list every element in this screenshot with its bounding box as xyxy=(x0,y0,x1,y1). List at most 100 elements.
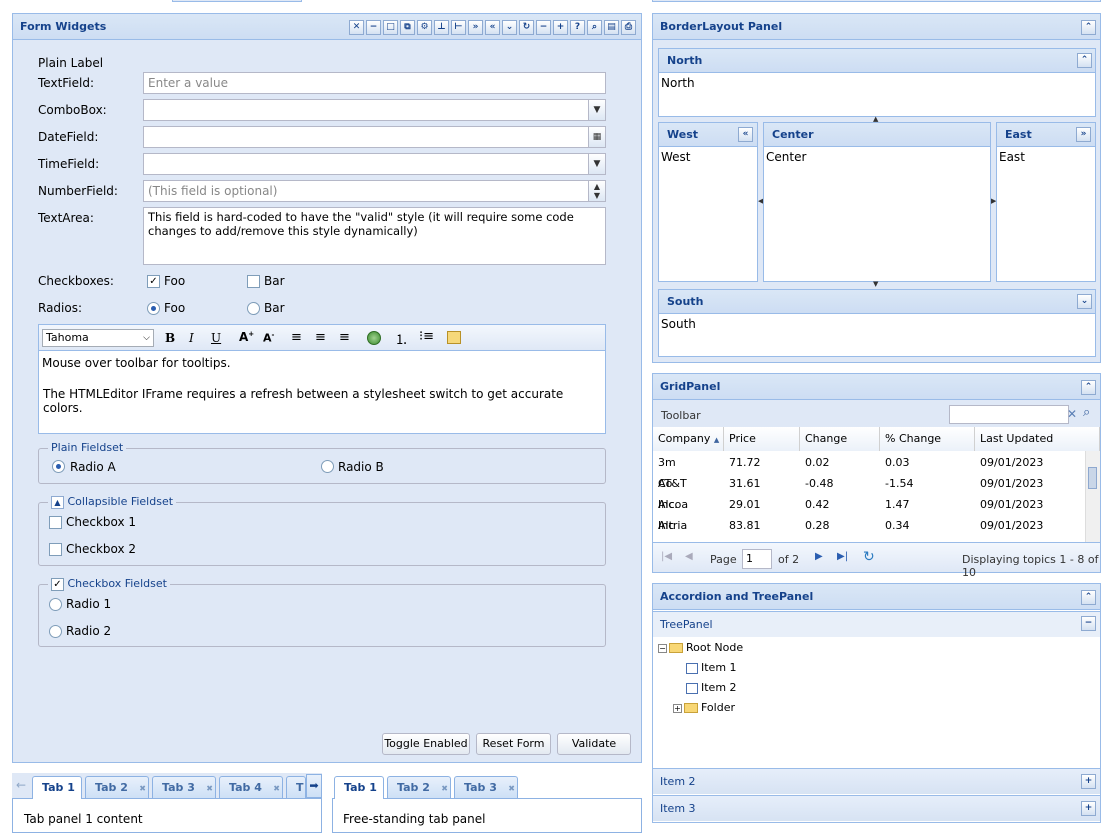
radio-b[interactable] xyxy=(321,460,334,473)
search-tool-icon[interactable]: ⌕ xyxy=(587,20,602,35)
combo-box[interactable]: ▼ xyxy=(143,99,606,121)
close-tab-icon[interactable]: ✖ xyxy=(139,778,146,799)
bold-icon[interactable]: B xyxy=(165,331,175,345)
chevron-down-icon[interactable]: ▼ xyxy=(588,154,605,174)
collapse-up-icon[interactable]: ⌃ xyxy=(1081,590,1096,605)
south-splitter-icon[interactable]: ▼ xyxy=(873,280,878,288)
column-header-last-updated[interactable]: Last Updated xyxy=(975,427,1100,451)
down-tool-icon[interactable]: ⌄ xyxy=(502,20,517,35)
refresh-icon[interactable]: ↻ xyxy=(863,549,875,565)
number-field[interactable]: (This field is optional) ▲ ▼ xyxy=(143,180,606,202)
date-field[interactable]: ▦ xyxy=(143,126,606,148)
chevron-down-icon[interactable]: ▼ xyxy=(588,100,605,120)
font-select[interactable]: Tahoma ⌵ xyxy=(42,329,154,347)
maximize-tool-icon[interactable]: □ xyxy=(383,20,398,35)
close-tab-icon[interactable]: ✖ xyxy=(508,778,515,799)
tree-root-node[interactable]: − Root Node xyxy=(658,641,743,654)
reset-form-button[interactable]: Reset Form xyxy=(476,733,551,755)
unpin-tool-icon[interactable]: ⊢ xyxy=(451,20,466,35)
column-header-pct-change[interactable]: % Change xyxy=(880,427,975,451)
checkbox-1[interactable] xyxy=(49,516,62,529)
text-field[interactable]: Enter a value xyxy=(143,72,606,94)
time-field[interactable]: ▼ xyxy=(143,153,606,175)
close-tab-icon[interactable]: ✖ xyxy=(206,778,213,799)
save-tool-icon[interactable]: ▤ xyxy=(604,20,619,35)
collapse-icon[interactable]: ▲ xyxy=(51,495,64,509)
minus-tool-icon[interactable]: − xyxy=(1081,616,1096,631)
tree-node-item-2[interactable]: Item 2 xyxy=(686,681,737,694)
collapse-up-icon[interactable]: ⌃ xyxy=(1077,53,1092,68)
close-tool-icon[interactable]: ✕ xyxy=(349,20,364,35)
last-page-icon[interactable]: ▶| xyxy=(837,551,848,562)
text-area[interactable]: This field is hard-coded to have the "va… xyxy=(143,207,606,265)
link-icon[interactable] xyxy=(367,331,381,345)
radio-1[interactable] xyxy=(49,598,62,611)
collapse-left-icon[interactable]: « xyxy=(738,127,753,142)
page-number-input[interactable]: 1 xyxy=(742,549,772,569)
tree-node-item-1[interactable]: Item 1 xyxy=(686,661,737,674)
fieldset-toggle-checkbox[interactable]: ✓ xyxy=(51,577,64,591)
pin-tool-icon[interactable]: ⊥ xyxy=(434,20,449,35)
clear-search-icon[interactable]: ✕ xyxy=(1067,407,1077,421)
checkbox-foo[interactable]: ✓ xyxy=(147,275,160,288)
grow-font-icon[interactable]: A+ xyxy=(239,330,254,344)
left-tool-icon[interactable]: « xyxy=(485,20,500,35)
plus-tool-icon[interactable]: + xyxy=(1081,774,1096,789)
tab-3[interactable]: Tab 3 ✖ xyxy=(152,776,216,798)
prev-page-icon[interactable]: ◀ xyxy=(685,551,693,562)
search-icon[interactable]: ⌕ xyxy=(1083,405,1090,420)
refresh-tool-icon[interactable]: ↻ xyxy=(519,20,534,35)
calendar-icon[interactable]: ▦ xyxy=(588,127,605,147)
plus-tool-icon[interactable]: + xyxy=(1081,801,1096,816)
column-header-company[interactable]: Company ▲ xyxy=(653,427,724,451)
column-header-price[interactable]: Price xyxy=(724,427,800,451)
minus-tool-icon[interactable]: − xyxy=(536,20,551,35)
radio-bar[interactable] xyxy=(247,302,260,315)
align-center-icon[interactable]: ≡ xyxy=(315,330,326,345)
expand-node-icon[interactable]: + xyxy=(673,703,682,713)
radio-a[interactable] xyxy=(52,460,65,473)
ordered-list-icon[interactable]: ⒈ xyxy=(395,329,408,348)
tree-node-folder[interactable]: + Folder xyxy=(673,701,735,714)
plus-tool-icon[interactable]: + xyxy=(553,20,568,35)
shrink-font-icon[interactable]: A- xyxy=(263,331,274,345)
right-tool-icon[interactable]: » xyxy=(468,20,483,35)
collapse-up-icon[interactable]: ⌃ xyxy=(1081,380,1096,395)
validate-button[interactable]: Validate xyxy=(557,733,631,755)
grid-search-input[interactable] xyxy=(949,405,1069,424)
source-edit-icon[interactable] xyxy=(447,331,461,344)
close-tab-icon[interactable]: ✖ xyxy=(441,778,448,799)
checkbox-2[interactable] xyxy=(49,543,62,556)
collapse-node-icon[interactable]: − xyxy=(658,643,667,653)
accordion-item-3[interactable]: Item 3 xyxy=(653,795,1100,821)
editor-line-2[interactable]: The HTMLEditor IFrame requires a refresh… xyxy=(43,387,605,415)
grid-scroll-thumb[interactable] xyxy=(1088,467,1097,489)
collapse-right-icon[interactable]: » xyxy=(1076,127,1091,142)
free-tab-2[interactable]: Tab 2 ✖ xyxy=(387,776,451,798)
collapse-up-icon[interactable]: ⌃ xyxy=(1081,20,1096,35)
italic-icon[interactable]: I xyxy=(189,331,194,345)
grid-scrollbar[interactable] xyxy=(1085,451,1100,542)
first-page-icon[interactable]: |◀ xyxy=(661,551,672,562)
minimize-tool-icon[interactable]: − xyxy=(366,20,381,35)
tab-1[interactable]: Tab 1 xyxy=(32,776,82,800)
radio-foo[interactable] xyxy=(147,302,160,315)
tab-4[interactable]: Tab 4 ✖ xyxy=(219,776,283,798)
unordered-list-icon[interactable]: ⁝≡ xyxy=(419,329,434,344)
restore-tool-icon[interactable]: ⧉ xyxy=(400,20,415,35)
checkbox-bar[interactable] xyxy=(247,275,260,288)
help-tool-icon[interactable]: ? xyxy=(570,20,585,35)
scroll-left-icon[interactable]: ← xyxy=(16,778,26,792)
accordion-item-treepanel[interactable]: TreePanel xyxy=(653,611,1100,637)
underline-icon[interactable]: U xyxy=(211,331,221,345)
free-tab-1[interactable]: Tab 1 xyxy=(334,776,384,800)
align-left-icon[interactable]: ≡ xyxy=(291,330,302,345)
collapse-down-icon[interactable]: ⌄ xyxy=(1077,294,1092,309)
radio-2[interactable] xyxy=(49,625,62,638)
editor-line-1[interactable]: Mouse over toolbar for tooltips. xyxy=(42,356,231,370)
spinner-icon[interactable]: ▲ ▼ xyxy=(588,181,605,201)
next-page-icon[interactable]: ▶ xyxy=(815,551,823,562)
free-tab-3[interactable]: Tab 3 ✖ xyxy=(454,776,518,798)
print-tool-icon[interactable]: ⎙ xyxy=(621,20,636,35)
toggle-enabled-button[interactable]: Toggle Enabled xyxy=(382,733,470,755)
